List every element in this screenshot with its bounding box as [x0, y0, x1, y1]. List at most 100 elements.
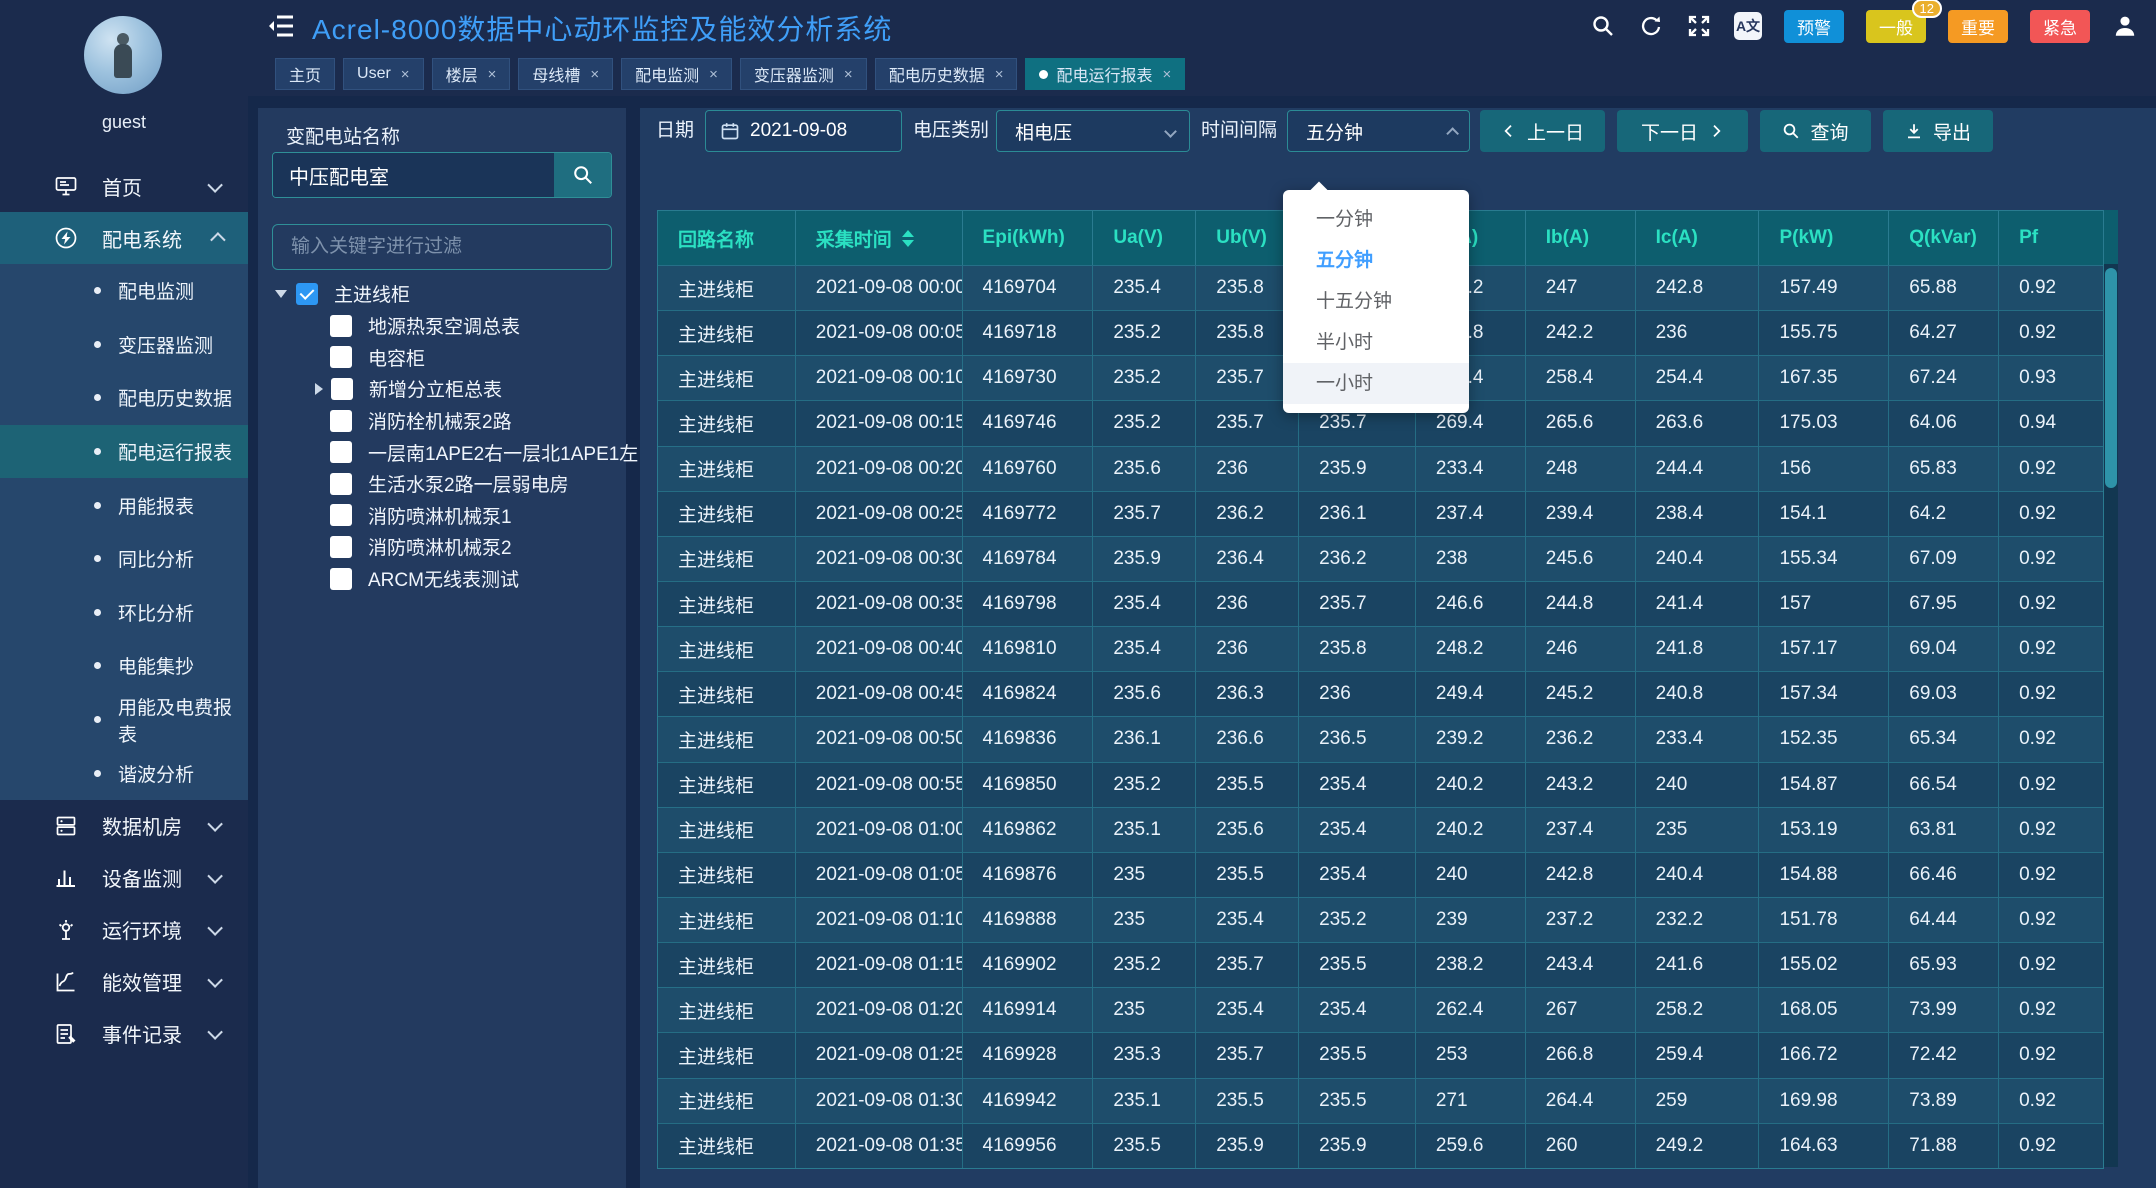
- scrollbar-cap: [2104, 210, 2118, 264]
- user-icon[interactable]: [2112, 13, 2138, 39]
- sidebar-item-label: 设备监测: [102, 863, 211, 892]
- tab-User[interactable]: User×: [343, 58, 424, 90]
- cell-Uc(V): 236: [1299, 671, 1416, 716]
- tab-母线槽[interactable]: 母线槽×: [518, 58, 613, 90]
- tree-node-一层南1APE2右一层北1APE1左[interactable]: 一层南1APE2右一层北1APE1左: [258, 436, 626, 468]
- date-picker[interactable]: 2021-09-08: [705, 110, 902, 152]
- sidebar-subitem-用能及电费报表[interactable]: 用能及电费报表: [0, 693, 248, 747]
- tree-node-电容柜[interactable]: 电容柜: [258, 342, 626, 374]
- dropdown-option-五分钟[interactable]: 五分钟: [1283, 240, 1469, 281]
- sidebar-item-能效管理[interactable]: 能效管理: [0, 956, 248, 1008]
- language-icon[interactable]: A文: [1734, 12, 1762, 40]
- next-day-button[interactable]: 下一日: [1617, 110, 1748, 152]
- tab-close-icon[interactable]: ×: [1162, 66, 1171, 83]
- alarm-badge-紧急[interactable]: 紧急: [2030, 10, 2090, 43]
- tab-close-icon[interactable]: ×: [590, 66, 599, 83]
- sidebar-subitem-环比分析[interactable]: 环比分析: [0, 586, 248, 640]
- caret-expanded-icon[interactable]: [275, 290, 287, 298]
- sidebar-subitem-谐波分析[interactable]: 谐波分析: [0, 746, 248, 800]
- scrollbar-thumb[interactable]: [2105, 268, 2117, 488]
- checkbox-主进线柜[interactable]: [296, 283, 318, 305]
- subitem-label: 变压器监测: [118, 331, 213, 358]
- alarm-badge-预警[interactable]: 预警: [1784, 10, 1844, 43]
- interval-select[interactable]: 五分钟: [1287, 110, 1470, 152]
- fullscreen-icon[interactable]: [1686, 13, 1712, 39]
- checkbox-一层南1APE2右一层北1APE1左[interactable]: [330, 441, 352, 463]
- menu-fold-icon[interactable]: [268, 13, 296, 39]
- tree-node-消防喷淋机械泵2[interactable]: 消防喷淋机械泵2: [258, 531, 626, 563]
- cell-回路名称: 主进线柜: [658, 716, 796, 761]
- checkbox-消防喷淋机械泵1[interactable]: [330, 504, 352, 526]
- alarm-badge-一般[interactable]: 一般12: [1866, 10, 1926, 43]
- sidebar-subitem-配电历史数据[interactable]: 配电历史数据: [0, 371, 248, 425]
- tab-配电历史数据[interactable]: 配电历史数据×: [875, 58, 1018, 90]
- tab-变压器监测[interactable]: 变压器监测×: [740, 58, 867, 90]
- tree-node-生活水泵2路一层弱电房[interactable]: 生活水泵2路一层弱电房: [258, 468, 626, 500]
- cell-Epi(kWh): 4169850: [963, 762, 1094, 807]
- tree-node-消防喷淋机械泵1[interactable]: 消防喷淋机械泵1: [258, 500, 626, 532]
- tab-close-icon[interactable]: ×: [995, 66, 1004, 83]
- query-button[interactable]: 查询: [1760, 110, 1871, 152]
- dropdown-option-半小时[interactable]: 半小时: [1283, 322, 1469, 363]
- station-search-button[interactable]: [554, 153, 611, 197]
- tab-close-icon[interactable]: ×: [844, 66, 853, 83]
- vertical-scrollbar[interactable]: [2104, 210, 2118, 1167]
- tab-配电运行报表[interactable]: 配电运行报表×: [1025, 58, 1185, 90]
- alarm-badge-重要[interactable]: 重要: [1948, 10, 2008, 43]
- tree-node-ARCM无线表测试[interactable]: ARCM无线表测试: [258, 563, 626, 595]
- sidebar-item-首页[interactable]: 首页: [0, 160, 248, 212]
- sidebar-subitem-同比分析[interactable]: 同比分析: [0, 532, 248, 586]
- tab-close-icon[interactable]: ×: [488, 66, 497, 83]
- cell-Ib(A): 245.2: [1526, 671, 1636, 716]
- cell-Ic(A): 240.8: [1636, 671, 1760, 716]
- refresh-icon[interactable]: [1638, 13, 1664, 39]
- checkbox-地源热泵空调总表[interactable]: [330, 315, 352, 337]
- tree-filter-input[interactable]: [272, 224, 612, 270]
- caret-collapsed-icon[interactable]: [315, 383, 323, 395]
- sidebar-item-配电系统[interactable]: 配电系统: [0, 212, 248, 264]
- checkbox-电容柜[interactable]: [330, 346, 352, 368]
- voltage-type-select[interactable]: 相电压: [996, 110, 1190, 152]
- checkbox-ARCM无线表测试[interactable]: [330, 568, 352, 590]
- checkbox-生活水泵2路一层弱电房[interactable]: [330, 473, 352, 495]
- tree-node-地源热泵空调总表[interactable]: 地源热泵空调总表: [258, 310, 626, 342]
- dropdown-option-一分钟[interactable]: 一分钟: [1283, 199, 1469, 240]
- table-row: 主进线柜2021-09-08 01:054169876235235.5235.4…: [658, 852, 2103, 897]
- station-search-input[interactable]: [273, 153, 554, 197]
- sidebar-item-运行环境[interactable]: 运行环境: [0, 904, 248, 956]
- tab-配电监测[interactable]: 配电监测×: [621, 58, 732, 90]
- prev-day-button[interactable]: 上一日: [1480, 110, 1605, 152]
- tab-主页[interactable]: 主页: [275, 58, 335, 90]
- sidebar-subitem-配电监测[interactable]: 配电监测: [0, 264, 248, 318]
- column-header-采集时间[interactable]: 采集时间: [796, 211, 963, 265]
- cell-回路名称: 主进线柜: [658, 987, 796, 1032]
- checkbox-消防喷淋机械泵2[interactable]: [330, 536, 352, 558]
- checkbox-消防栓机械泵2路[interactable]: [330, 410, 352, 432]
- tree-node-主进线柜[interactable]: 主进线柜: [258, 277, 626, 310]
- sidebar-subitem-电能集抄[interactable]: 电能集抄: [0, 639, 248, 693]
- dropdown-option-十五分钟[interactable]: 十五分钟: [1283, 281, 1469, 322]
- cell-Ic(A): 241.4: [1636, 581, 1760, 626]
- search-icon[interactable]: [1590, 13, 1616, 39]
- cell-Q(kVar): 73.89: [1889, 1078, 1999, 1123]
- sidebar-subitem-用能报表[interactable]: 用能报表: [0, 478, 248, 532]
- sort-icon[interactable]: [902, 230, 914, 247]
- tree-node-消防栓机械泵2路[interactable]: 消防栓机械泵2路: [258, 405, 626, 437]
- cell-Epi(kWh): 4169942: [963, 1078, 1094, 1123]
- sidebar-item-事件记录[interactable]: 事件记录: [0, 1008, 248, 1060]
- sidebar-item-设备监测[interactable]: 设备监测: [0, 852, 248, 904]
- sidebar-item-数据机房[interactable]: 数据机房: [0, 800, 248, 852]
- cell-P(kW): 166.72: [1759, 1032, 1889, 1077]
- dropdown-option-一小时[interactable]: 一小时: [1283, 363, 1469, 404]
- sidebar-subitem-配电运行报表[interactable]: 配电运行报表: [0, 425, 248, 479]
- checkbox-新增分立柜总表[interactable]: [331, 378, 353, 400]
- station-name-label: 变配电站名称: [286, 122, 400, 149]
- export-button[interactable]: 导出: [1883, 110, 1993, 152]
- tab-close-icon[interactable]: ×: [709, 66, 718, 83]
- cell-Pf: 0.92: [1999, 1078, 2103, 1123]
- tab-close-icon[interactable]: ×: [401, 66, 410, 83]
- cell-Ub(V): 235.7: [1196, 942, 1299, 987]
- tab-楼层[interactable]: 楼层×: [432, 58, 511, 90]
- sidebar-subitem-变压器监测[interactable]: 变压器监测: [0, 318, 248, 372]
- tree-node-新增分立柜总表[interactable]: 新增分立柜总表: [258, 373, 626, 405]
